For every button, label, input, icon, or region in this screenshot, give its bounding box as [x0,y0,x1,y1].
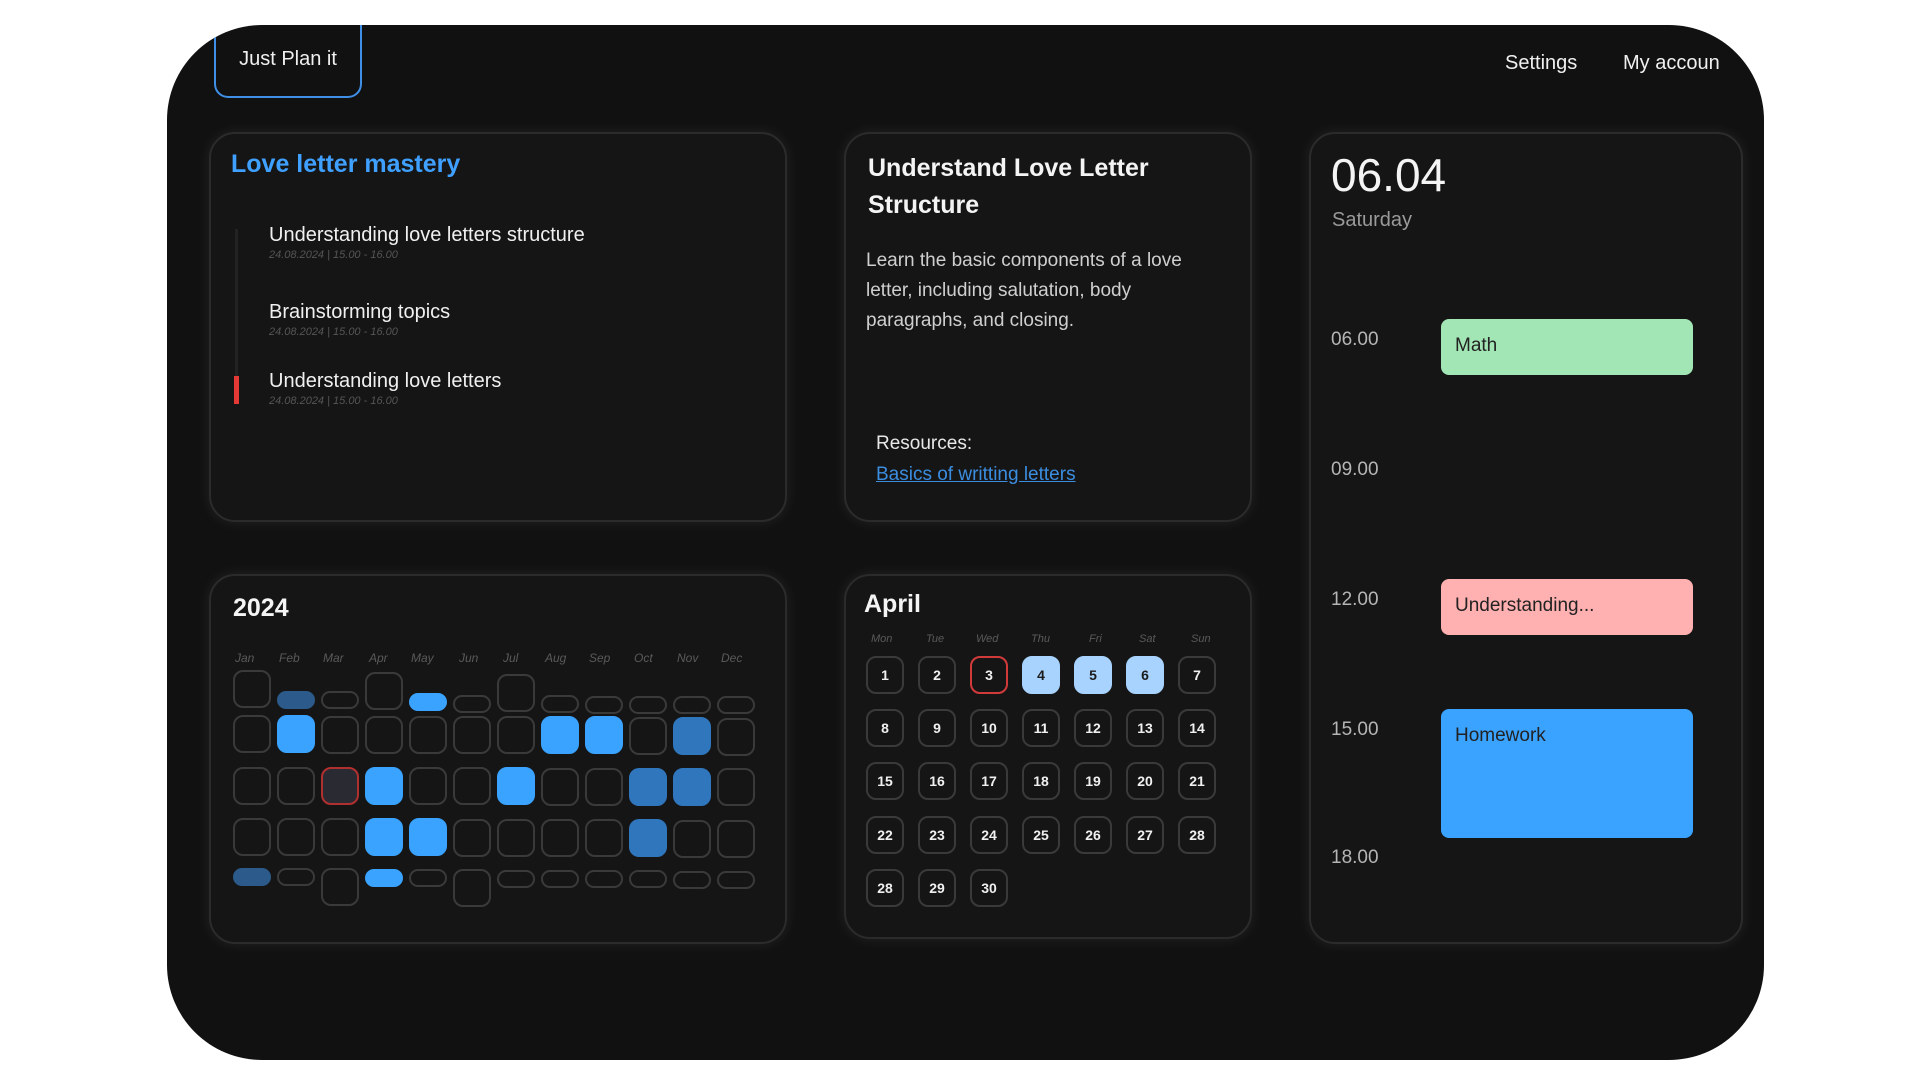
calendar-day[interactable]: 11 [1022,709,1060,747]
task-item[interactable]: Understanding love letters structure 24.… [269,224,585,261]
task-title: Understanding love letters structure [269,224,585,246]
calendar-day[interactable]: 30 [970,869,1008,907]
calendar-day[interactable]: 23 [918,816,956,854]
task-detail-card: Understand Love Letter Structure Learn t… [844,132,1252,522]
calendar-day[interactable]: 9 [918,709,956,747]
detail-description: Learn the basic components of a love let… [866,250,1182,331]
calendar-day[interactable]: 25 [1022,816,1060,854]
calendar-day[interactable]: 15 [866,762,904,800]
event-math[interactable]: Math [1441,319,1693,375]
current-task-marker [234,376,239,404]
weekday-label: Tue [926,633,945,645]
month-title: April [864,590,921,618]
weekday-label: Sat [1139,633,1156,645]
calendar-day[interactable]: 24 [970,816,1008,854]
weekday-label: Fri [1089,633,1102,645]
goal-title[interactable]: Love letter mastery [231,150,460,179]
calendar-day-highlighted[interactable]: 6 [1126,656,1164,694]
app-logo[interactable]: Just Plan it [214,25,362,98]
year-heatmap [233,670,755,907]
calendar-day[interactable]: 28 [866,869,904,907]
task-title: Brainstorming topics [269,301,451,323]
weekday-label: Mon [871,633,893,645]
detail-title: Understand Love Letter Structure [868,154,1149,219]
event-understanding[interactable]: Understanding... [1441,579,1693,635]
calendar-day[interactable]: 20 [1126,762,1164,800]
year-overview-card: 2024 Jan Feb Mar Apr May Jun Jul Aug Sep… [209,574,787,944]
calendar-day[interactable]: 12 [1074,709,1112,747]
calendar-day[interactable]: 7 [1178,656,1216,694]
time-label: 15.00 [1331,719,1379,740]
weekday-label: Thu [1031,633,1050,645]
time-label: 06.00 [1331,329,1379,350]
month-calendar-card: April Mon Tue Wed Thu Fri Sat Sun 1 2 3 … [844,574,1252,939]
calendar-day[interactable]: 29 [918,869,956,907]
weekday-label: Wed [976,633,999,645]
resources-label: Resources: [876,433,973,454]
calendar-day[interactable]: 26 [1074,816,1112,854]
calendar-day[interactable]: 2 [918,656,956,694]
weekday-label: Sun [1191,633,1211,645]
calendar-day[interactable]: 13 [1126,709,1164,747]
task-date: 24.08.2024 | 15.00 - 16.00 [269,395,398,407]
resource-link[interactable]: Basics of writting letters [876,464,1076,486]
daily-schedule-card: 06.04 Saturday 06.00 09.00 12.00 15.00 1… [1309,132,1743,944]
schedule-date: 06.04 [1331,149,1447,201]
task-item[interactable]: Understanding love letters 24.08.2024 | … [269,370,501,407]
calendar-day[interactable]: 27 [1126,816,1164,854]
calendar-day-highlighted[interactable]: 5 [1074,656,1112,694]
time-label: 12.00 [1331,589,1379,610]
calendar-day[interactable]: 22 [866,816,904,854]
task-title: Understanding love letters [269,370,502,392]
goal-card: Love letter mastery Understanding love l… [209,132,787,522]
calendar-day[interactable]: 19 [1074,762,1112,800]
task-date: 24.08.2024 | 15.00 - 16.00 [269,326,398,338]
calendar-day[interactable]: 16 [918,762,956,800]
calendar-day[interactable]: 1 [866,656,904,694]
calendar-day-today[interactable]: 3 [970,656,1008,694]
calendar-day[interactable]: 14 [1178,709,1216,747]
calendar-day[interactable]: 21 [1178,762,1216,800]
calendar-day-highlighted[interactable]: 4 [1022,656,1060,694]
calendar-day[interactable]: 28 [1178,816,1216,854]
app-window: Just Plan it Settings My accoun Love let… [167,25,1764,1060]
calendar-day[interactable]: 10 [970,709,1008,747]
time-label: 18.00 [1331,847,1379,868]
calendar-day[interactable]: 8 [866,709,904,747]
task-date: 24.08.2024 | 15.00 - 16.00 [269,249,398,261]
schedule-weekday: Saturday [1332,209,1413,231]
task-item[interactable]: Brainstorming topics 24.08.2024 | 15.00 … [269,301,450,338]
nav-settings[interactable]: Settings [1505,52,1577,75]
event-homework[interactable]: Homework [1441,709,1693,838]
nav-my-account[interactable]: My accoun [1623,52,1720,75]
calendar-day[interactable]: 17 [970,762,1008,800]
calendar-day[interactable]: 18 [1022,762,1060,800]
time-label: 09.00 [1331,459,1379,480]
